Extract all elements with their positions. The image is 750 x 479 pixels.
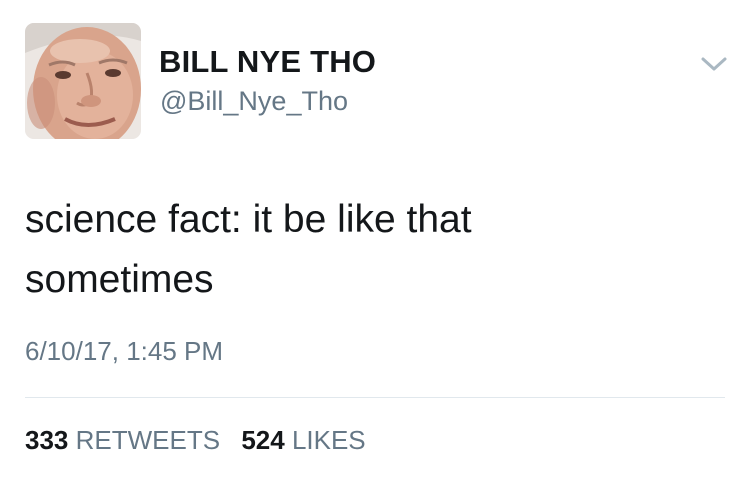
tweet-text: science fact: it be like that sometimes [25,190,715,310]
likes-count: 524 [241,425,285,455]
retweets-label: RETWEETS [75,425,221,455]
display-name[interactable]: BILL NYE THO [159,44,376,80]
tweet-text-line-2: sometimes [25,258,214,301]
retweets-count: 333 [25,425,69,455]
timestamp[interactable]: 6/10/17, 1:45 PM [25,334,223,368]
chevron-down-icon[interactable] [699,54,729,74]
avatar[interactable] [25,23,141,139]
user-handle[interactable]: @Bill_Nye_Tho [160,84,348,118]
tweet-stats: 333 RETWEETS 524 LIKES [25,423,380,457]
tweet-text-line-1: science fact: it be like that [25,198,472,241]
likes-label: LIKES [291,425,366,455]
likes-stat[interactable]: 524 LIKES [241,423,365,457]
divider [25,397,725,398]
tweet-card: BILL NYE THO @Bill_Nye_Tho science fact:… [0,0,750,479]
profile-photo-icon [25,23,141,139]
retweets-stat[interactable]: 333 RETWEETS [25,423,220,457]
